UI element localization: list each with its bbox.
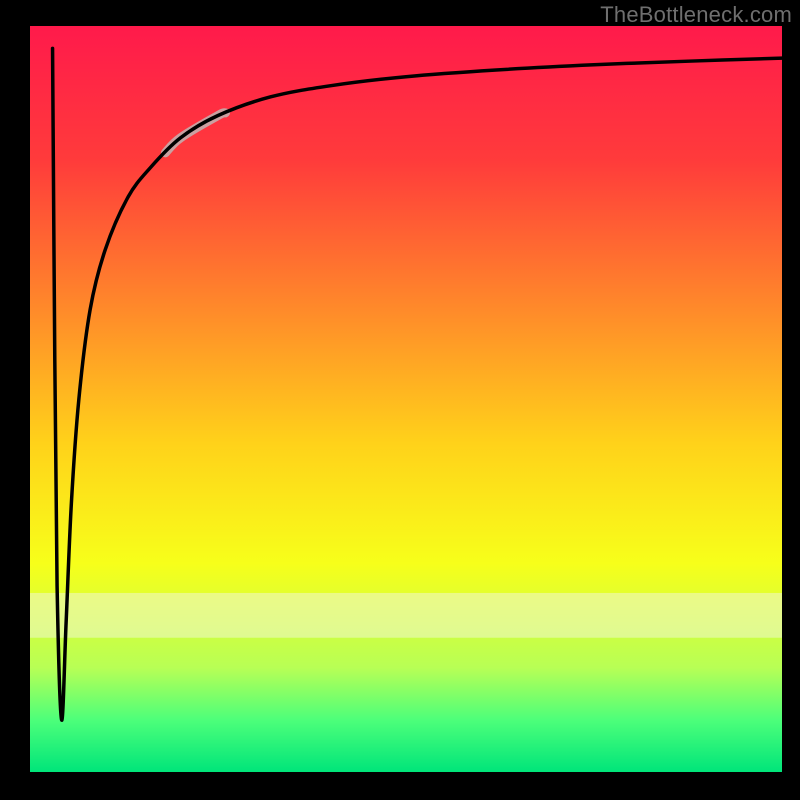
- frame-right: [782, 0, 800, 800]
- frame-bottom: [0, 772, 800, 800]
- watermark-text: TheBottleneck.com: [600, 2, 792, 28]
- plot-background: [30, 26, 782, 772]
- frame-left: [0, 0, 30, 800]
- pale-horizontal-band: [30, 593, 782, 638]
- chart-stage: TheBottleneck.com: [0, 0, 800, 800]
- bottleneck-chart: [0, 0, 800, 800]
